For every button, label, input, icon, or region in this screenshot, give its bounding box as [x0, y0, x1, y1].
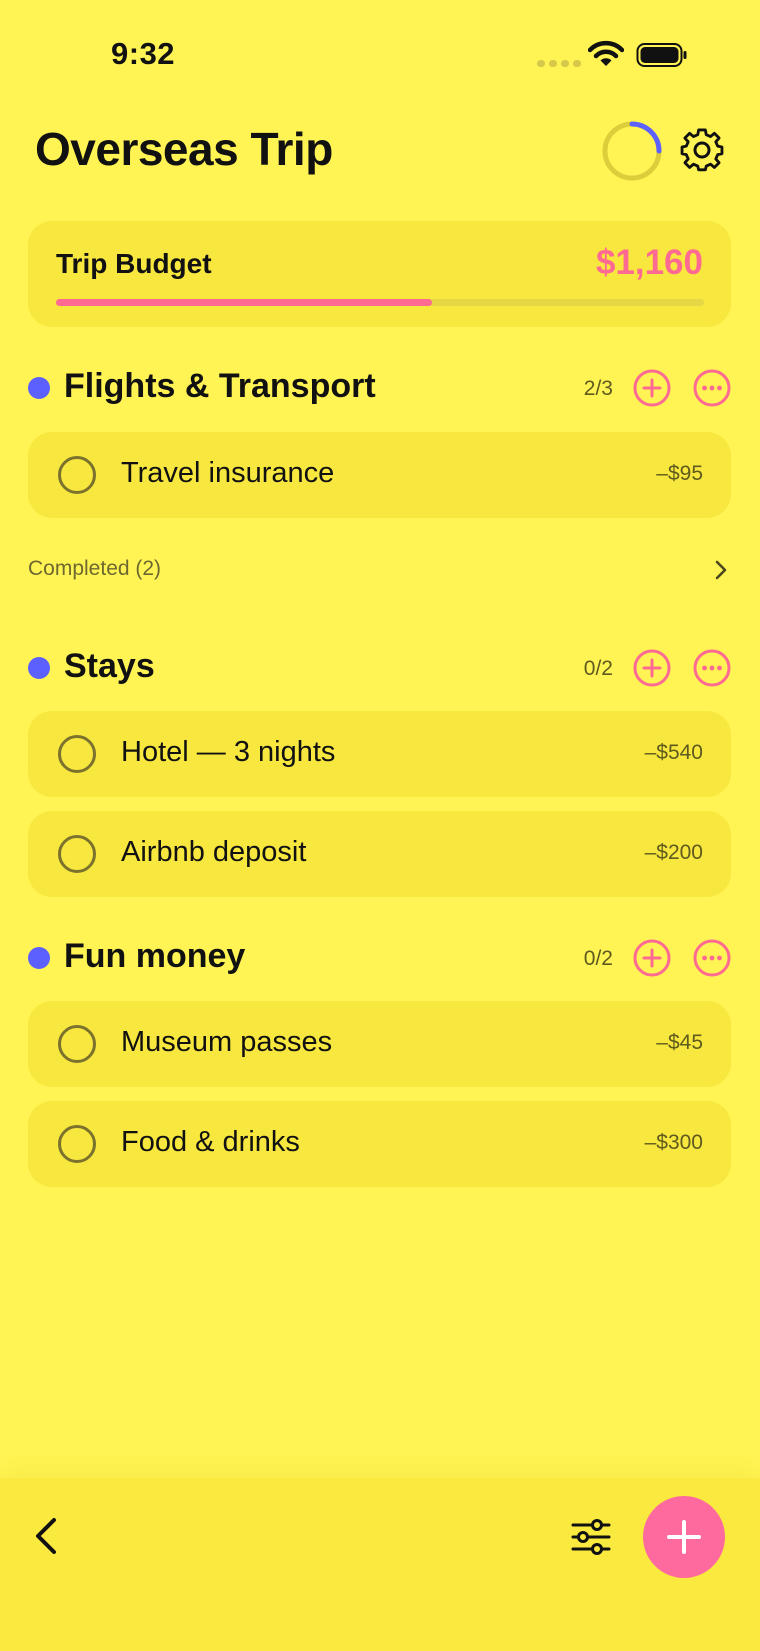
- budget-amount: $1,160: [595, 243, 703, 282]
- list-item[interactable]: Airbnb deposit –$200: [28, 811, 731, 897]
- status-time: 9:32: [111, 36, 176, 71]
- chevron-right-icon: [715, 560, 727, 580]
- item-amount: –$45: [656, 1031, 703, 1054]
- section-header-stays: Stays 0/2: [28, 643, 731, 693]
- sliders-icon[interactable]: [570, 1518, 612, 1556]
- section-color-dot: [28, 377, 50, 399]
- section-count: 2/3: [583, 377, 613, 400]
- section-header-fun-money: Fun money 0/2: [28, 933, 731, 983]
- gear-icon[interactable]: [679, 127, 725, 173]
- ellipsis-circle-icon[interactable]: [693, 649, 731, 687]
- plus-icon: [667, 1520, 701, 1554]
- section-color-dot: [28, 657, 50, 679]
- section-title: Fun money: [64, 937, 246, 975]
- status-bar: 9:32: [0, 0, 760, 110]
- item-amount: –$200: [644, 841, 703, 864]
- page-title: Overseas Trip: [35, 123, 333, 175]
- list-item[interactable]: Travel insurance –$95: [28, 432, 731, 518]
- plus-circle-icon[interactable]: [633, 939, 671, 977]
- item-label: Airbnb deposit: [121, 836, 307, 868]
- ellipsis-circle-icon[interactable]: [693, 369, 731, 407]
- budget-label: Trip Budget: [56, 248, 212, 279]
- list-item[interactable]: Museum passes –$45: [28, 1001, 731, 1087]
- plus-circle-icon[interactable]: [633, 649, 671, 687]
- battery-icon: [636, 43, 687, 67]
- checkbox-circle[interactable]: [58, 835, 96, 873]
- completed-toggle[interactable]: Completed (2): [28, 555, 731, 585]
- item-amount: –$95: [656, 462, 703, 485]
- list-item[interactable]: Food & drinks –$300: [28, 1101, 731, 1187]
- section-count: 0/2: [583, 947, 613, 970]
- item-amount: –$300: [644, 1131, 703, 1154]
- section-title: Flights & Transport: [64, 367, 376, 405]
- item-label: Food & drinks: [121, 1126, 300, 1158]
- checkbox-circle[interactable]: [58, 1025, 96, 1063]
- section-count: 0/2: [583, 657, 613, 680]
- checkbox-circle[interactable]: [58, 456, 96, 494]
- section-header-flights: Flights & Transport 2/3: [28, 363, 731, 413]
- chevron-left-icon[interactable]: [30, 1516, 64, 1556]
- plus-circle-icon[interactable]: [633, 369, 671, 407]
- bottom-toolbar: [0, 1478, 760, 1651]
- progress-ring-icon[interactable]: [601, 120, 663, 182]
- section-color-dot: [28, 947, 50, 969]
- cellular-signal-icon: [537, 60, 581, 68]
- budget-card[interactable]: Trip Budget $1,160: [28, 221, 731, 327]
- budget-progress-fill: [56, 299, 432, 306]
- add-item-button[interactable]: [643, 1496, 725, 1578]
- checkbox-circle[interactable]: [58, 1125, 96, 1163]
- item-label: Travel insurance: [121, 457, 335, 489]
- budget-progress-bar: [56, 299, 704, 306]
- completed-label: Completed (2): [28, 557, 162, 580]
- item-label: Hotel — 3 nights: [121, 736, 336, 768]
- wifi-icon: [588, 40, 624, 66]
- ellipsis-circle-icon[interactable]: [693, 939, 731, 977]
- section-title: Stays: [64, 647, 155, 685]
- list-item[interactable]: Hotel — 3 nights –$540: [28, 711, 731, 797]
- item-amount: –$540: [644, 741, 703, 764]
- checkbox-circle[interactable]: [58, 735, 96, 773]
- item-label: Museum passes: [121, 1026, 333, 1058]
